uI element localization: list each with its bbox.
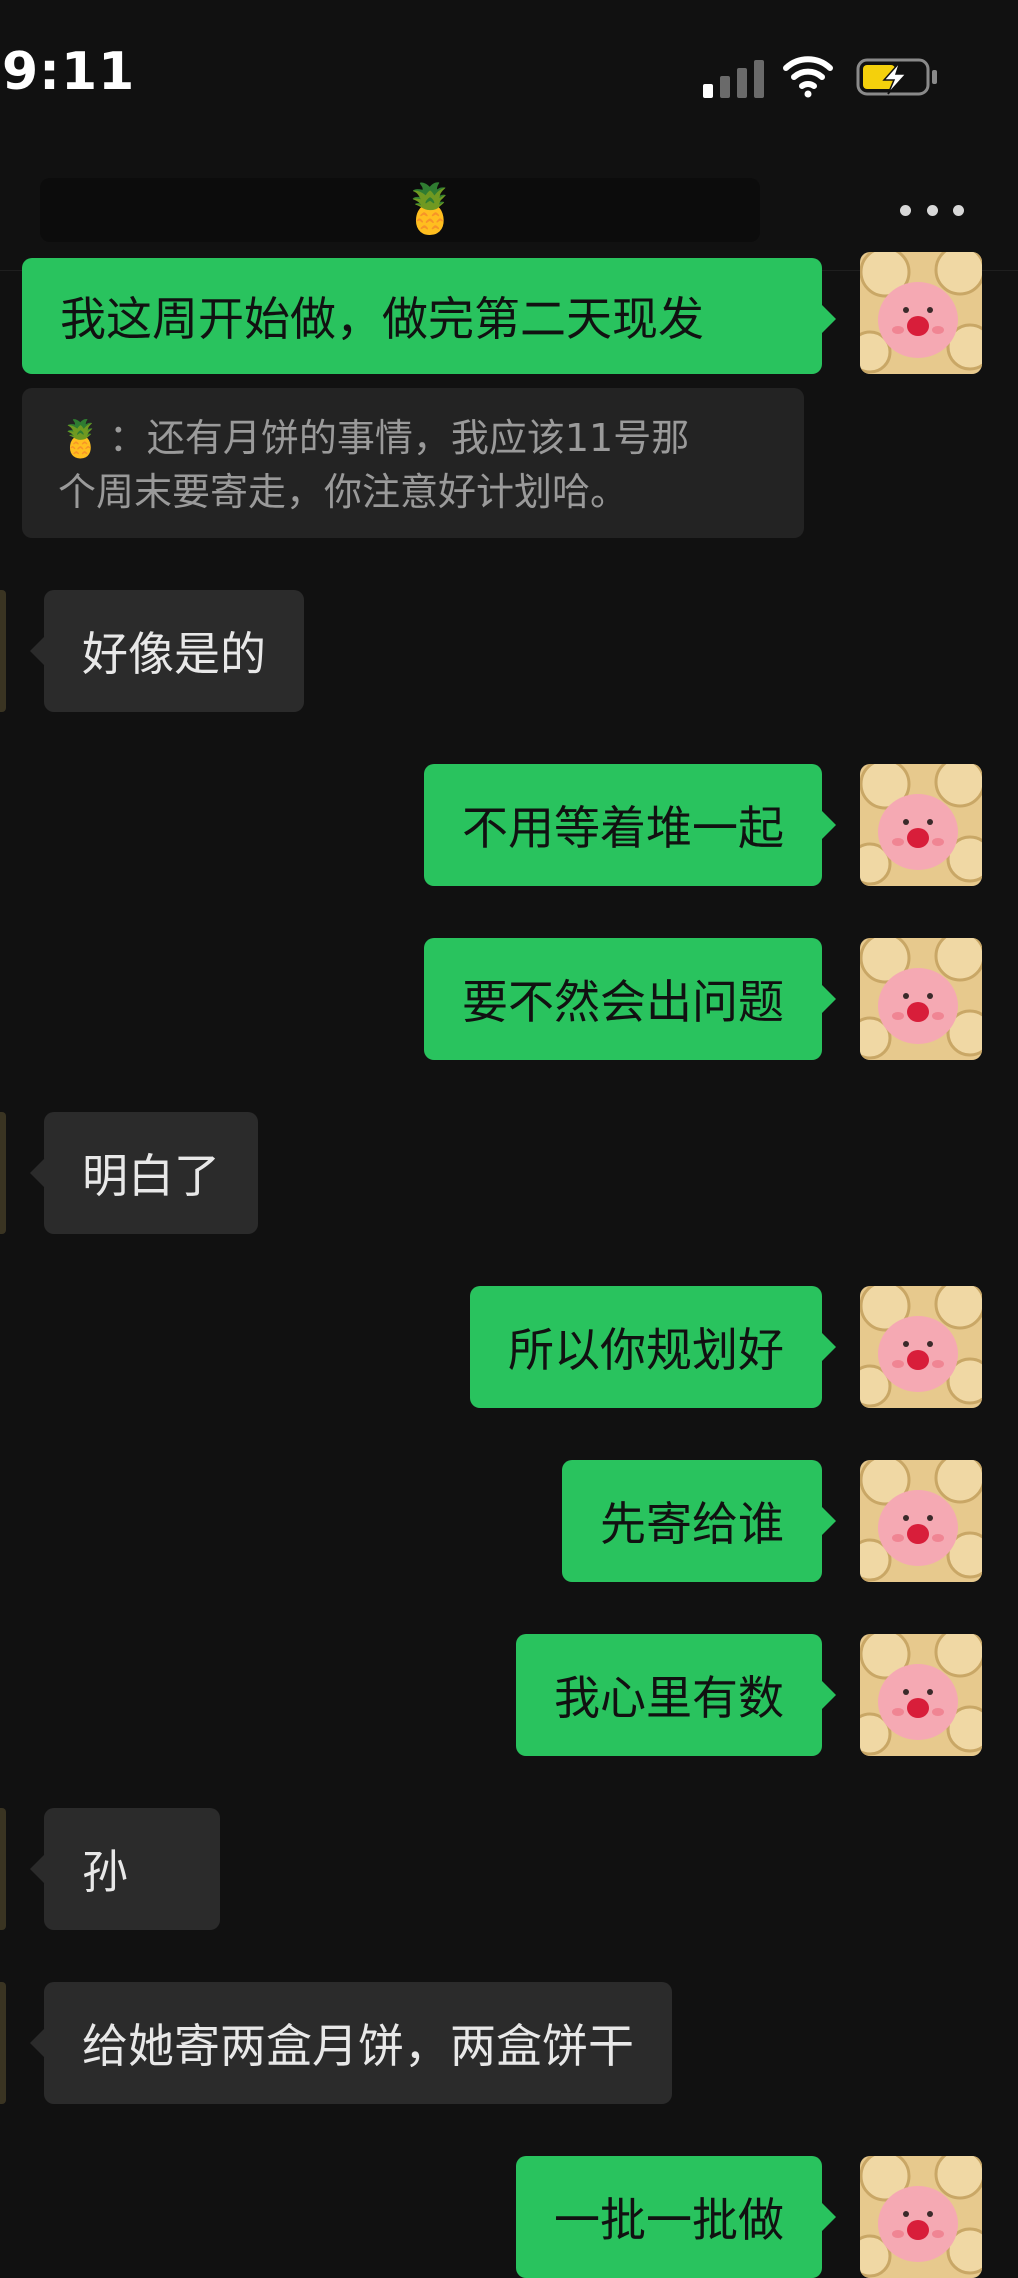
my-avatar[interactable] [860,764,982,886]
message-sent: 先寄给谁 [0,1460,1018,1582]
message-received: 给她寄两盒月饼，两盒饼干 [0,1982,1018,2104]
message-sent: 所以你规划好 [0,1286,1018,1408]
contact-avatar[interactable] [0,1982,6,2104]
battery-charging-icon [856,58,937,96]
message-text: 我这周开始做，做完第二天现发 [60,292,704,346]
message-text: 给她寄两盒月饼，两盒饼干 [82,2019,634,2073]
status-time: 9:11 [2,42,136,102]
message-text: 不用等着堆一起 [462,801,784,855]
message-sent: 一批一批做 [0,2156,1018,2278]
message-text: 我心里有数 [554,1671,784,1725]
message-bubble[interactable]: 好像是的 [30,590,304,712]
message-text: 明白了 [82,1149,220,1203]
my-avatar[interactable] [860,2156,982,2278]
message-bubble[interactable]: 我心里有数 [516,1634,836,1756]
message-text: 一批一批做 [554,2193,784,2247]
message-bubble[interactable]: 所以你规划好 [470,1286,836,1408]
message-sent: 不用等着堆一起 [0,764,1018,886]
my-avatar[interactable] [860,1634,982,1756]
message-text: 先寄给谁 [600,1497,784,1551]
message-sent: 我心里有数 [0,1634,1018,1756]
message-sent: 我这周开始做，做完第二天现发 [0,258,1018,380]
pineapple-emoji: 🍍 [58,419,103,460]
signal-icon [703,60,764,98]
message-bubble[interactable]: 明白了 [30,1112,258,1234]
message-received: 孙 [0,1808,1018,1930]
message-text: 要不然会出问题 [462,975,784,1029]
message-bubble[interactable]: 孙 [30,1808,220,1930]
quote-separator: ： [108,416,147,460]
more-icon[interactable] [900,190,964,230]
quote-text-2: 个周末要寄走，你注意好计划哈。 [58,470,629,514]
message-text: 所以你规划好 [508,1323,784,1377]
my-avatar[interactable] [860,938,982,1060]
contact-avatar[interactable] [0,590,6,712]
quoted-message[interactable]: 🍍 ：还有月饼的事情，我应该11号那 个周末要寄走，你注意好计划哈。 [22,388,804,538]
my-avatar[interactable] [860,252,982,374]
message-text: 孙 [82,1845,128,1899]
message-bubble[interactable]: 我这周开始做，做完第二天现发 [22,258,836,374]
message-text: 好像是的 [82,627,266,681]
status-bar: 9:11 [0,0,1018,150]
my-avatar[interactable] [860,1460,982,1582]
message-sent: 要不然会出问题 [0,938,1018,1060]
wifi-icon [783,56,833,98]
contact-avatar[interactable] [0,1112,6,1234]
quote-text-1: 还有月饼的事情，我应该11号那 [146,416,690,460]
message-bubble[interactable]: 要不然会出问题 [424,938,836,1060]
contact-avatar[interactable] [0,1808,6,1930]
message-received: 好像是的 [0,590,1018,712]
chat-title-emoji: 🍍 [400,181,460,237]
my-avatar[interactable] [860,1286,982,1408]
message-bubble[interactable]: 不用等着堆一起 [424,764,836,886]
message-bubble[interactable]: 一批一批做 [516,2156,836,2278]
message-bubble[interactable]: 先寄给谁 [562,1460,836,1582]
message-bubble[interactable]: 给她寄两盒月饼，两盒饼干 [30,1982,672,2104]
message-received: 明白了 [0,1112,1018,1234]
quote-line-1: 🍍 ：还有月饼的事情，我应该11号那 [58,412,768,466]
